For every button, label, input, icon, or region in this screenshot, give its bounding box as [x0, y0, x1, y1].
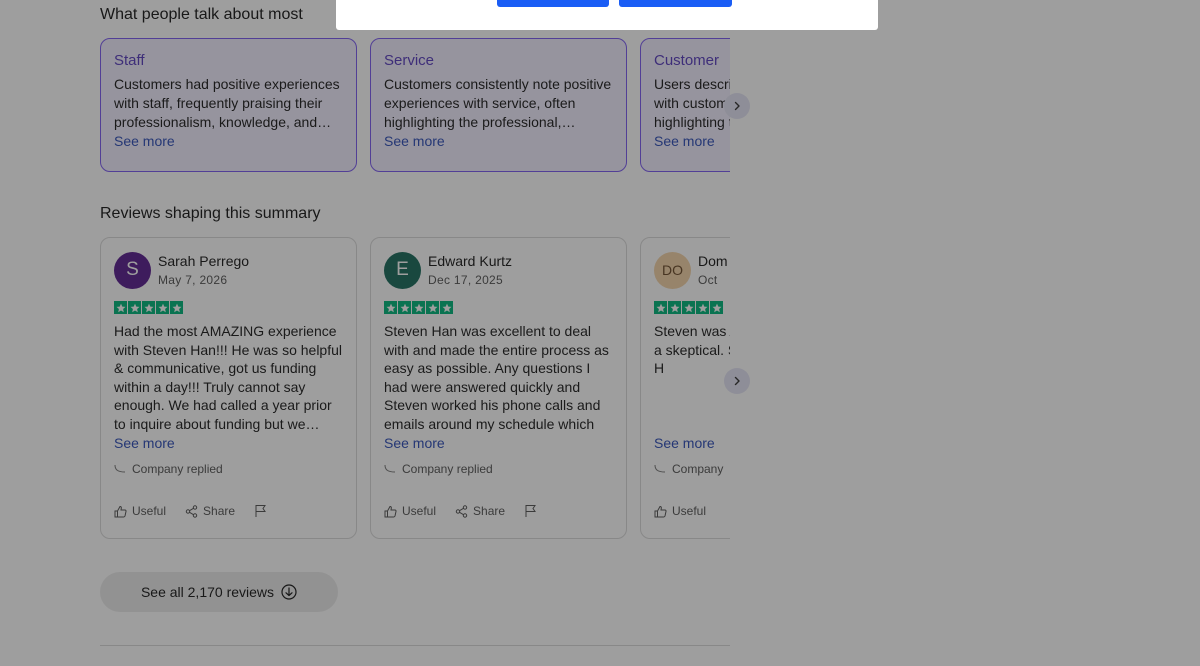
modal-backdrop[interactable]: [0, 0, 1200, 666]
modal-primary-button-1[interactable]: [497, 0, 609, 7]
modal-dialog: [336, 0, 878, 30]
modal-primary-button-2[interactable]: [619, 0, 732, 7]
